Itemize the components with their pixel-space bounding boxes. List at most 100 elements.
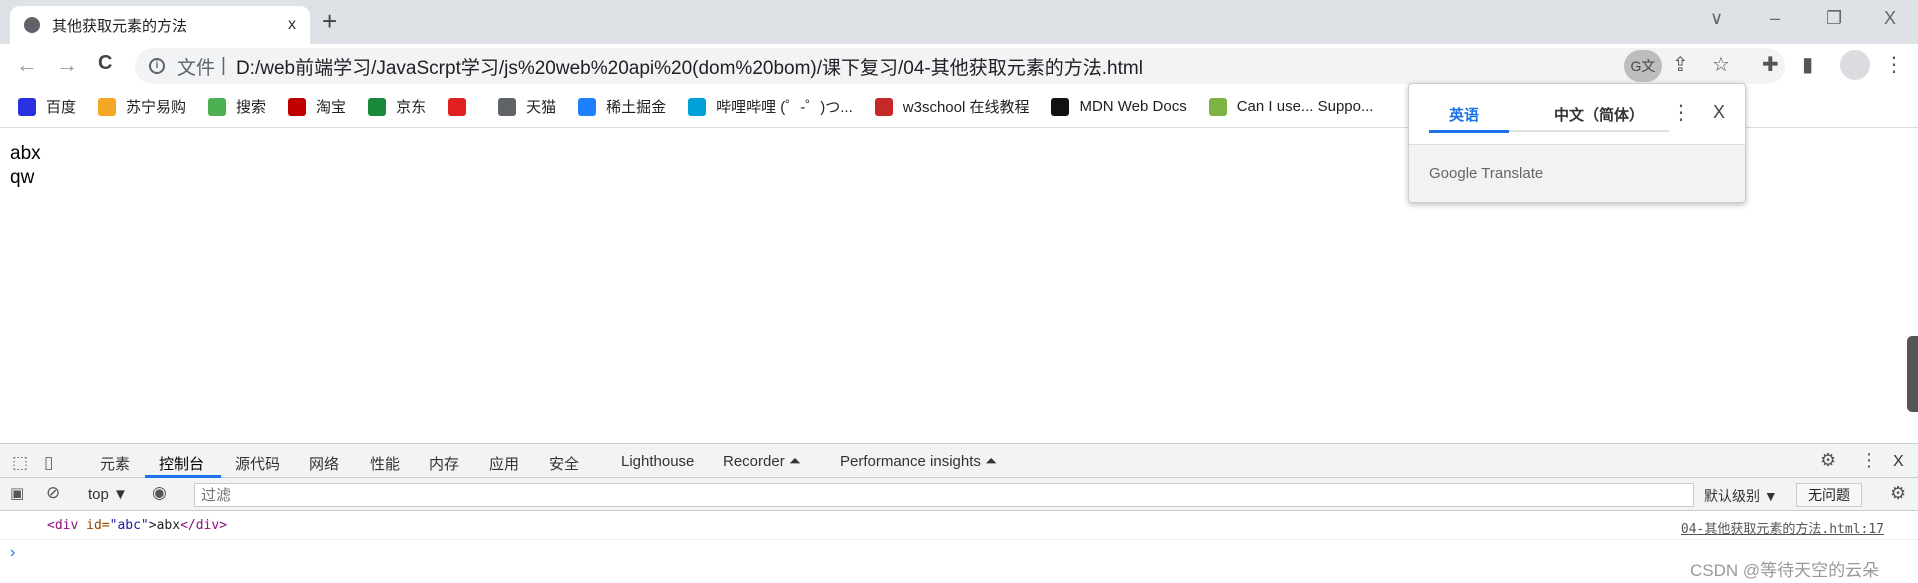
device-toggle-icon[interactable]: ▯ — [44, 453, 53, 473]
bookmark-icon — [688, 97, 707, 116]
log-level-dropdown[interactable]: 默认级别 ▼ — [1704, 486, 1778, 506]
star-icon[interactable]: ☆ — [1712, 52, 1730, 77]
forward-button[interactable]: → — [56, 52, 78, 78]
reload-button[interactable]: C — [98, 52, 112, 75]
bookmark-item[interactable]: 苏宁易购 — [98, 96, 186, 117]
tab-network[interactable]: 网络 — [309, 453, 339, 474]
bookmark-item[interactable]: 哔哩哔哩 (゜-゜)つ... — [688, 96, 853, 117]
inspect-icon[interactable]: ⬚ — [12, 453, 28, 473]
language-tabs: 英语 中文（简体） — [1429, 84, 1669, 133]
source-link[interactable]: 04-其他获取元素的方法.html:17 — [1681, 518, 1884, 537]
bookmark-label: 天猫 — [526, 99, 557, 116]
new-tab-button[interactable]: + — [322, 6, 337, 37]
bookmark-item[interactable]: 天猫 — [498, 96, 556, 117]
minimize-button[interactable]: – — [1770, 8, 1780, 29]
bookmark-label: w3school 在线教程 — [902, 99, 1030, 116]
watermark: CSDN @等待天空的云朵 — [1690, 561, 1880, 580]
extensions-icon[interactable]: ✚ — [1762, 52, 1779, 77]
bookmark-item[interactable]: Can I use... Suppo... — [1208, 97, 1373, 116]
tab-lighthouse[interactable]: Lighthouse — [621, 453, 694, 470]
tab-application[interactable]: 应用 — [489, 453, 519, 474]
tab-recorder[interactable]: Recorder ⏶ — [723, 453, 801, 470]
tab-elements[interactable]: 元素 — [100, 453, 130, 474]
settings-icon[interactable]: ⚙ — [1820, 450, 1836, 471]
tab-performance[interactable]: 性能 — [370, 453, 400, 474]
tab-close-button[interactable]: x — [288, 16, 296, 34]
bookmark-icon — [1208, 97, 1227, 116]
tab-title: 其他获取元素的方法 — [52, 17, 188, 35]
bookmark-item[interactable]: 百度 — [18, 96, 76, 117]
bookmark-icon — [368, 97, 387, 116]
bookmark-label: 京东 — [396, 99, 427, 116]
profile-avatar[interactable] — [1840, 50, 1870, 80]
div-qw: qw — [10, 167, 35, 188]
bookmark-label: 淘宝 — [316, 99, 347, 116]
menu-icon[interactable]: ⋮ — [1884, 52, 1904, 77]
bookmark-item[interactable]: w3school 在线教程 — [874, 96, 1030, 117]
share-icon[interactable]: ⇪ — [1672, 52, 1689, 77]
url-text[interactable]: D:/web前端学习/JavaScrpt学习/js%20web%20api%20… — [236, 53, 1143, 80]
page-content: abx qw — [10, 142, 41, 190]
bookmark-label: 稀土掘金 — [606, 99, 667, 116]
open-tag: <div — [47, 518, 79, 533]
address-bar[interactable]: i 文件 | D:/web前端学习/JavaScrpt学习/js%20web%2… — [135, 48, 1785, 84]
bookmark-item[interactable]: MDN Web Docs — [1051, 97, 1187, 116]
element-text: >abx — [148, 518, 181, 533]
bookmark-item[interactable]: 搜索 — [208, 96, 266, 117]
bookmark-icon — [208, 97, 227, 116]
attr-value: "abc" — [109, 518, 149, 533]
tab-performance-insights[interactable]: Performance insights ⏶ — [840, 453, 997, 470]
bookmark-icon — [448, 97, 467, 116]
bookmark-item[interactable]: 稀土掘金 — [578, 96, 666, 117]
tab-search-button[interactable]: ∨ — [1710, 8, 1723, 29]
bookmark-item[interactable]: 淘宝 — [288, 96, 346, 117]
bookmark-label: MDN Web Docs — [1079, 98, 1187, 115]
tab-console[interactable]: 控制台 — [159, 453, 204, 474]
scrollbar-handle[interactable] — [1907, 336, 1918, 412]
sidebar-toggle-icon[interactable]: ▣ — [10, 484, 24, 502]
bookmark-item[interactable]: 京东 — [368, 96, 426, 117]
tab-security[interactable]: 安全 — [549, 453, 579, 474]
devtools-close-icon[interactable]: X — [1893, 453, 1904, 471]
tab-memory[interactable]: 内存 — [429, 453, 459, 474]
active-tab-indicator — [1429, 130, 1509, 133]
window-close-button[interactable]: X — [1884, 8, 1896, 29]
div-abc: abx — [10, 143, 41, 164]
eye-icon[interactable]: ◉ — [152, 483, 167, 503]
bookmark-label: 哔哩哔哩 (゜-゜)つ... — [716, 99, 853, 116]
bookmark-icon — [288, 97, 307, 116]
more-options-icon[interactable]: ⋮ — [1671, 100, 1691, 125]
restore-button[interactable]: ❐ — [1826, 8, 1842, 29]
context-selector[interactable]: top ▼ — [88, 486, 128, 503]
bookmark-icon — [874, 97, 893, 116]
filter-input[interactable] — [194, 483, 1694, 507]
browser-tab[interactable]: 其他获取元素的方法 x — [10, 6, 310, 44]
bookmark-icon — [1051, 97, 1070, 116]
tab-sources[interactable]: 源代码 — [235, 453, 280, 474]
clear-console-icon[interactable]: ⊘ — [46, 483, 60, 503]
attr-name: id= — [78, 518, 110, 533]
bookmark-item[interactable] — [448, 97, 476, 116]
back-button[interactable]: ← — [16, 52, 38, 78]
log-element[interactable]: <div id="abc">abx</div> — [47, 518, 227, 533]
close-icon[interactable]: X — [1713, 102, 1725, 123]
bookmark-icon — [18, 97, 36, 116]
scheme-label: 文件 — [177, 57, 216, 79]
bookmark-label: 搜索 — [236, 99, 267, 116]
console-message: <div id="abc">abx</div> 04-其他获取元素的方法.htm… — [0, 511, 1918, 540]
translate-icon[interactable]: G文 — [1624, 50, 1662, 82]
devtools-tabs: ⬚ ▯ 元素 控制台 源代码 网络 性能 内存 应用 安全 Lighthouse… — [0, 444, 1918, 478]
bookmark-icon — [578, 97, 597, 116]
issues-button[interactable]: 无问题 — [1796, 483, 1862, 507]
side-panel-icon[interactable]: ▮ — [1802, 52, 1813, 77]
tab-target-language[interactable]: 中文（简体） — [1554, 104, 1644, 125]
more-icon[interactable]: ⋮ — [1860, 450, 1878, 471]
info-icon[interactable]: i — [149, 58, 165, 74]
separator: | — [221, 55, 226, 76]
bookmark-label: 百度 — [46, 99, 77, 116]
bookmark-icon — [498, 97, 517, 116]
google-translate-logo: Google Translate — [1409, 144, 1745, 202]
tab-source-language[interactable]: 英语 — [1449, 104, 1479, 125]
console-settings-icon[interactable]: ⚙ — [1890, 483, 1906, 504]
console-prompt[interactable]: › — [10, 544, 15, 562]
